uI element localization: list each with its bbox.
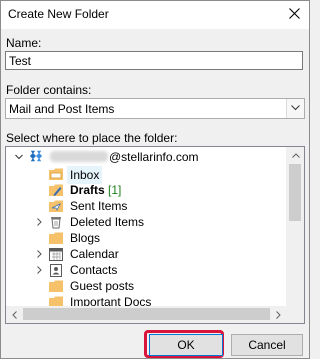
chevron-right-icon[interactable] — [35, 218, 43, 226]
ok-button[interactable]: OK — [149, 334, 223, 356]
horizontal-scrollbar[interactable] — [6, 306, 287, 323]
scroll-right-button[interactable] — [270, 306, 287, 323]
folder-contains-select[interactable]: Mail and Post Items — [5, 98, 305, 119]
tree-item-label: Blogs — [70, 231, 101, 245]
close-icon — [288, 8, 300, 19]
redacted-email — [50, 151, 108, 162]
inbox-folder-icon — [49, 168, 63, 180]
dialog-title: Create New Folder — [8, 7, 109, 21]
chevron-down-icon[interactable] — [15, 153, 23, 161]
tree-item-deleted-items[interactable]: Deleted Items — [6, 214, 286, 230]
unread-count: [1] — [108, 183, 122, 197]
tree-item-label: Deleted Items — [70, 215, 145, 229]
folder-icon — [49, 232, 63, 244]
tree-item-calendar[interactable]: Calendar — [6, 246, 286, 262]
tree-item-inbox[interactable]: Inbox — [6, 166, 286, 184]
calendar-icon — [49, 248, 63, 261]
chevron-up-icon — [291, 153, 300, 158]
scrollbar-corner — [287, 306, 304, 323]
tree-item-sent-items[interactable]: Sent Items — [6, 198, 286, 214]
vertical-scroll-thumb[interactable] — [289, 164, 301, 221]
folder-tree[interactable]: @stellarinfo.com Inbox Drafts [1] Sent I… — [5, 146, 305, 324]
account-domain: @stellarinfo.com — [109, 150, 199, 164]
folder-icon — [49, 280, 63, 292]
sent-folder-icon — [49, 200, 63, 212]
chevron-right-icon — [276, 311, 281, 319]
tree-item-guest-posts[interactable]: Guest posts — [6, 278, 286, 294]
tree-item-blogs[interactable]: Blogs — [6, 230, 286, 246]
tree-item-contacts[interactable]: Contacts — [6, 262, 286, 278]
tree-label: Select where to place the folder: — [6, 131, 178, 145]
select-dropdown-button[interactable] — [286, 99, 304, 118]
exchange-account-icon — [29, 150, 43, 162]
vertical-scrollbar[interactable] — [286, 147, 304, 323]
tree-item-label: Contacts — [70, 263, 118, 277]
tree-item-drafts[interactable]: Drafts [1] — [6, 182, 286, 198]
tree-item-label: Guest posts — [70, 279, 135, 293]
folder-name-input[interactable] — [5, 51, 303, 70]
drafts-folder-icon — [49, 184, 63, 196]
name-label: Name: — [6, 36, 42, 50]
tree-item-account[interactable]: @stellarinfo.com — [6, 149, 286, 165]
horizontal-scroll-thumb[interactable] — [23, 308, 270, 320]
create-folder-dialog: Create New Folder Name: Folder contains:… — [0, 0, 310, 359]
contacts-icon — [50, 264, 62, 277]
title-bar[interactable]: Create New Folder — [1, 1, 309, 29]
chevron-right-icon[interactable] — [35, 250, 43, 258]
scroll-left-button[interactable] — [6, 306, 23, 323]
tree-item-label: Drafts — [70, 183, 105, 197]
trash-icon — [51, 217, 61, 229]
cancel-button[interactable]: Cancel — [231, 334, 303, 356]
folder-contains-value: Mail and Post Items — [9, 102, 115, 116]
chevron-right-icon[interactable] — [35, 266, 43, 274]
close-button[interactable] — [283, 3, 305, 25]
chevron-down-icon — [291, 105, 300, 111]
folder-contains-label: Folder contains: — [6, 83, 92, 97]
scroll-up-button[interactable] — [287, 147, 304, 164]
tree-item-label: Calendar — [70, 247, 119, 261]
tree-item-label: Sent Items — [70, 199, 128, 213]
chevron-left-icon — [12, 311, 17, 319]
